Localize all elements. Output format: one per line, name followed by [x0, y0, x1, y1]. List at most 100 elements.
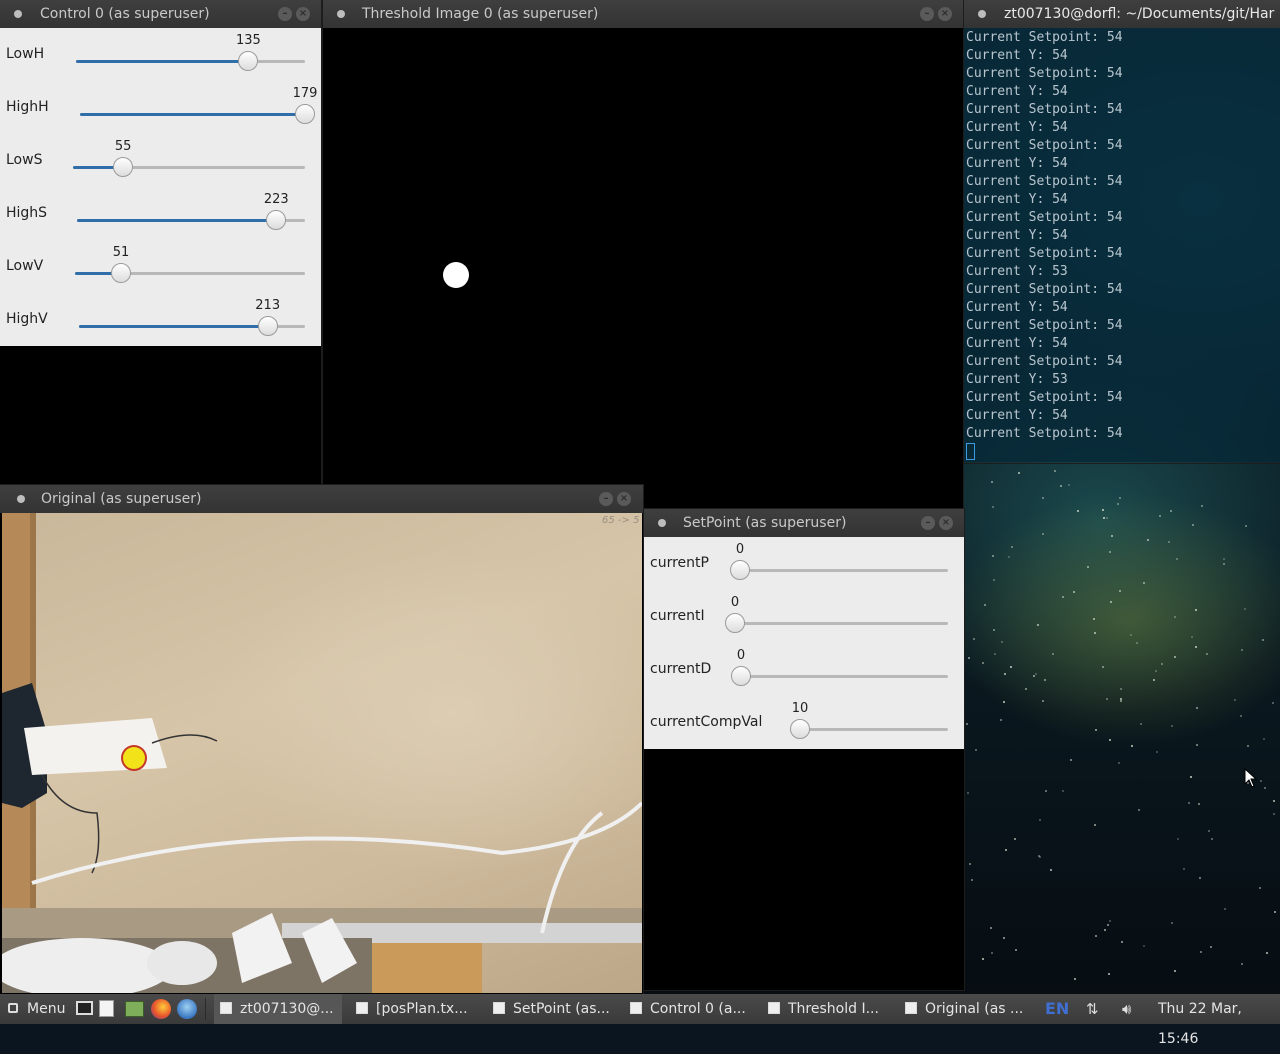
taskbar-window-button[interactable]: [posPlan.tx...: [350, 994, 478, 1024]
taskbar-window-button[interactable]: SetPoint (as...: [487, 994, 615, 1024]
star: [1118, 589, 1121, 592]
threshold-titlebar[interactable]: Threshold Image 0 (as superuser) – ×: [323, 0, 963, 28]
trackbar-fill: [79, 325, 268, 328]
trackbar-handle[interactable]: [113, 157, 134, 177]
trackbar-slider[interactable]: [730, 560, 948, 580]
network-icon[interactable]: ⇅: [1086, 994, 1099, 1024]
star: [1000, 640, 1003, 643]
terminal-cursor: [966, 443, 975, 460]
close-icon[interactable]: ×: [938, 7, 952, 21]
taskbar-window-label: Original (as ...: [925, 1001, 1024, 1017]
trackbar-handle[interactable]: [295, 104, 315, 124]
star: [1032, 674, 1035, 677]
control-window[interactable]: Control 0 (as superuser) – × LowH 135 High…: [0, 0, 321, 485]
clock[interactable]: Thu 22 Mar, 15:46: [1158, 994, 1280, 1054]
trackbar-slider[interactable]: [79, 316, 305, 336]
close-icon[interactable]: ×: [617, 492, 631, 506]
star: [1246, 744, 1249, 747]
minimize-icon[interactable]: –: [921, 516, 935, 530]
trackbar-slider[interactable]: [790, 719, 948, 739]
star: [1108, 972, 1111, 975]
terminal-line: Current Y: 53: [966, 264, 1068, 279]
minimize-icon[interactable]: –: [920, 7, 934, 21]
terminal-line: Current Setpoint: 54: [966, 246, 1123, 261]
taskbar: Menu zt007130@... [posPlan.tx... SetPoint …: [0, 994, 1280, 1047]
trackbar-handle[interactable]: [257, 316, 278, 336]
taskbar-window-button[interactable]: Threshold I...: [762, 994, 890, 1024]
trackbar-row-currentcompval: currentCompVal 10: [644, 696, 964, 749]
text-editor-icon[interactable]: [99, 1000, 114, 1017]
taskbar-separator: [205, 998, 206, 1020]
close-icon[interactable]: ×: [939, 516, 953, 530]
star: [982, 661, 985, 664]
taskbar-window-button[interactable]: zt007130@...: [214, 994, 342, 1024]
trackbar-panel: LowH 135 HighH 179 LowS 55 HighS 223 LowV 51 HighV…: [0, 28, 321, 346]
terminal-output[interactable]: Current Setpoint: 54 Current Y: 54 Current…: [964, 28, 1280, 462]
camera-scene: [2, 513, 642, 993]
thunderbird-icon[interactable]: [177, 999, 197, 1019]
trackbar-slider[interactable]: [725, 613, 948, 633]
trackbar-slider[interactable]: [731, 666, 948, 686]
star: [1240, 714, 1243, 717]
window-menu-icon[interactable]: [658, 519, 666, 527]
taskbar-window-label: Control 0 (a...: [650, 1001, 746, 1017]
star: [999, 718, 1002, 721]
trackbar-slider[interactable]: [73, 157, 305, 177]
taskbar-window-button[interactable]: Original (as ...: [899, 994, 1027, 1024]
close-icon[interactable]: ×: [296, 7, 310, 21]
volume-icon[interactable]: 🔊︎: [1122, 994, 1131, 1024]
minimize-icon[interactable]: –: [278, 7, 292, 21]
threshold-window[interactable]: Threshold Image 0 (as superuser) – ×: [323, 0, 963, 508]
window-menu-icon[interactable]: [17, 495, 25, 503]
terminal-line: Current Y: 54: [966, 336, 1068, 351]
trackbar-handle[interactable]: [725, 613, 745, 633]
trackbar-slider[interactable]: [80, 104, 315, 124]
trackbar-slider[interactable]: [77, 210, 305, 230]
window-menu-icon[interactable]: [337, 10, 345, 18]
terminal-launcher-icon[interactable]: [76, 1001, 93, 1015]
original-titlebar[interactable]: Original (as superuser) – ×: [0, 485, 643, 513]
terminal-titlebar[interactable]: zt007130@dorfl: ~/Documents/git/Har: [964, 0, 1280, 28]
trackbar-handle[interactable]: [111, 263, 131, 283]
window-icon: [220, 1002, 232, 1014]
minimize-icon[interactable]: –: [599, 492, 613, 506]
window-menu-icon[interactable]: [978, 10, 986, 18]
control-titlebar[interactable]: Control 0 (as superuser) – ×: [0, 0, 321, 28]
setpoint-titlebar[interactable]: SetPoint (as superuser) – ×: [644, 509, 964, 537]
original-window[interactable]: Original (as superuser) – × 65 -> 5: [0, 485, 643, 994]
trackbar-label: currentP: [650, 555, 709, 571]
trackbar-label: currentCompVal: [650, 714, 763, 730]
trackbar-handle[interactable]: [266, 210, 287, 230]
trackbar-slider[interactable]: [76, 51, 305, 71]
taskbar-window-button[interactable]: Control 0 (a...: [624, 994, 752, 1024]
trackbar-handle[interactable]: [730, 560, 750, 580]
window-menu-icon[interactable]: [14, 10, 22, 18]
star: [1200, 504, 1203, 507]
window-icon: [768, 1002, 780, 1014]
terminal-line: Current Setpoint: 54: [966, 138, 1123, 153]
terminal-window[interactable]: zt007130@dorfl: ~/Documents/git/Har Curr…: [964, 0, 1280, 463]
setpoint-window[interactable]: SetPoint (as superuser) – × currentP 0 cur…: [644, 509, 964, 990]
trackbar-handle[interactable]: [238, 51, 259, 71]
window-title: SetPoint (as superuser): [683, 515, 847, 531]
star: [1170, 922, 1173, 925]
firefox-icon[interactable]: [151, 999, 171, 1019]
trackbar-handle[interactable]: [731, 666, 751, 686]
trackbar-label: LowV: [6, 258, 44, 274]
star: [1072, 590, 1075, 593]
star: [1119, 688, 1122, 691]
camera-feed: 65 -> 5: [2, 513, 642, 993]
terminal-line: Current Setpoint: 54: [966, 282, 1123, 297]
trackbar-row-highv: HighV 213: [0, 293, 321, 346]
trackbar-slider[interactable]: [75, 263, 305, 283]
star: [1108, 920, 1111, 923]
trackbar-row-lowh: LowH 135: [0, 28, 321, 81]
file-manager-icon[interactable]: [125, 1001, 144, 1017]
star: [1210, 838, 1213, 841]
star: [1198, 876, 1201, 879]
language-indicator[interactable]: EN: [1045, 994, 1069, 1024]
trackbar-handle[interactable]: [790, 719, 810, 739]
trackbar-label: HighS: [6, 205, 48, 221]
star: [1024, 688, 1027, 690]
trackbar-value: 51: [112, 245, 130, 260]
